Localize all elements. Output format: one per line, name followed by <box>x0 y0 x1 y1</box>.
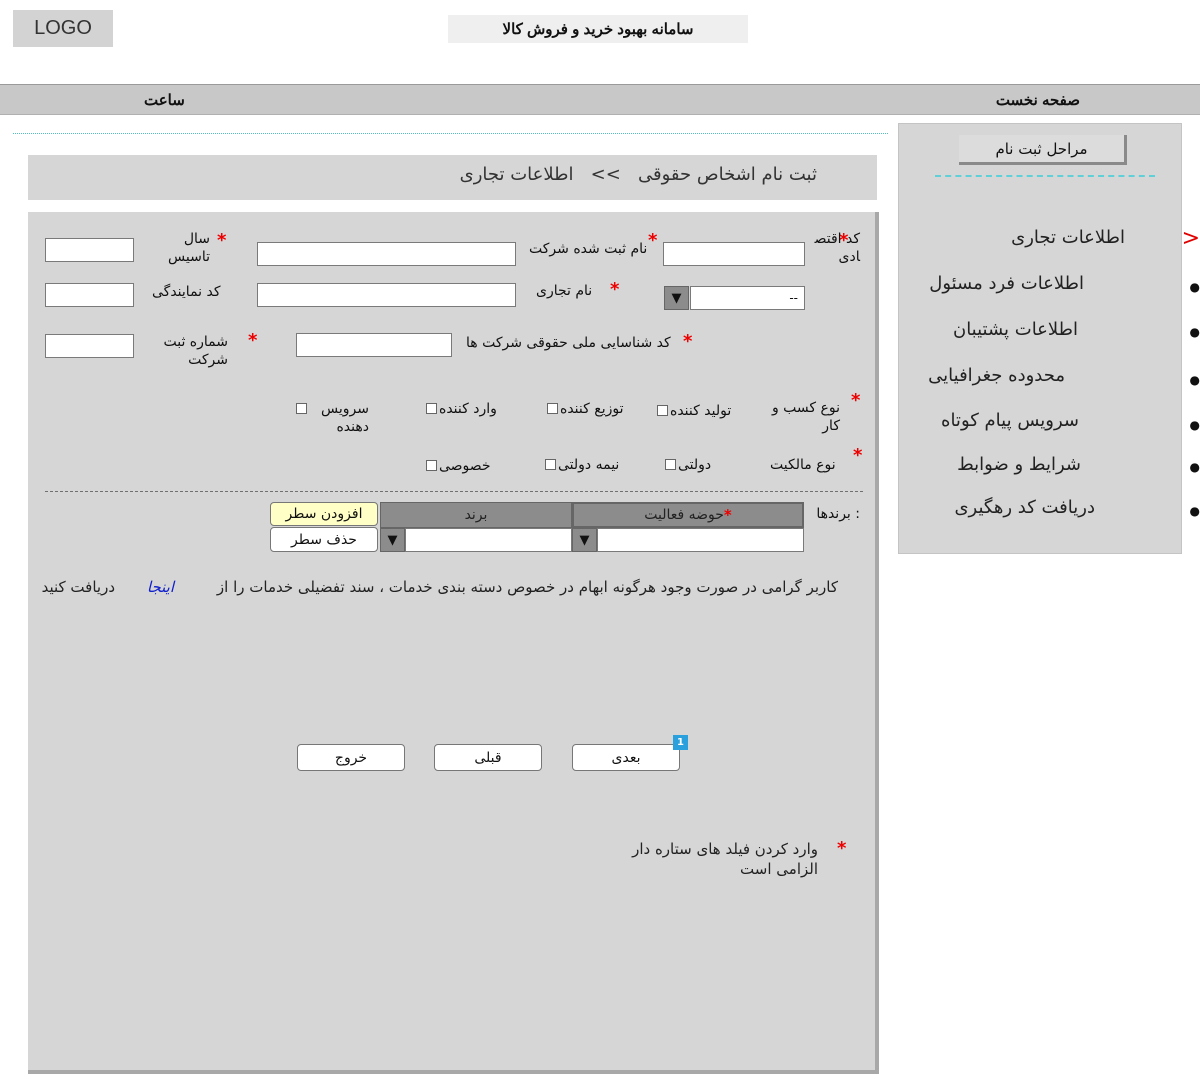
required-star: * <box>610 279 620 300</box>
sidebar-step-tracking-code[interactable]: دریافت کد رهگیری <box>954 497 1095 518</box>
required-star: * <box>851 390 861 411</box>
economic-code-input[interactable] <box>663 242 805 266</box>
divider <box>13 133 888 134</box>
checkbox-semi-governmental-label: نیمه دولتی <box>558 457 620 473</box>
activity-row-select[interactable] <box>597 528 804 552</box>
national-id-input[interactable] <box>296 333 452 357</box>
checkbox-governmental[interactable] <box>665 459 676 470</box>
agency-code-label: کد نمایندگی <box>152 284 221 300</box>
required-star: * <box>648 230 658 251</box>
divider <box>45 491 863 492</box>
breadcrumb-separator: >> <box>590 164 621 185</box>
bullet-icon: ● <box>1189 280 1200 294</box>
column-header-brand: برند <box>380 502 572 528</box>
required-star: * <box>217 230 227 251</box>
registered-name-input[interactable] <box>257 242 516 266</box>
sidebar-step-label: شرایط و ضوابط <box>957 454 1081 475</box>
column-header-activity: * حوضه فعالیت <box>572 502 804 528</box>
previous-button[interactable]: قبلی <box>434 744 542 771</box>
sidebar-step-terms[interactable]: شرایط و ضوابط <box>957 454 1081 475</box>
sidebar-step-label: محدوده جغرافیایی <box>928 365 1065 386</box>
required-fields-note: وارد کردن فیلد های ستاره دار الزامی است <box>632 840 818 878</box>
registration-steps-button[interactable]: مراحل ثبت نام <box>959 135 1127 165</box>
bullet-icon: ● <box>1189 373 1200 387</box>
exit-button[interactable]: خروج <box>297 744 405 771</box>
notice-text-after: دریافت کنید <box>41 578 115 596</box>
national-id-label: کد شناسایی ملی حقوقی شرکت ها <box>466 335 671 351</box>
sidebar-step-geographic-area[interactable]: محدوده جغرافیایی <box>928 365 1065 386</box>
breadcrumb-text: ثبت نام اشخاص حقوقی >> اطلاعات تجاری <box>460 164 817 185</box>
required-star: * <box>853 445 863 466</box>
checkbox-semi-governmental[interactable] <box>545 459 556 470</box>
required-star: * <box>683 331 693 352</box>
agency-code-input[interactable] <box>45 283 134 307</box>
top-nav-bar: صفحه نخست ساعت <box>0 84 1200 115</box>
activity-select-arrow-icon[interactable]: ▼ <box>664 286 689 310</box>
bullet-icon: ● <box>1189 504 1200 518</box>
current-step-arrow-icon: < <box>1181 226 1200 251</box>
company-reg-number-input[interactable] <box>45 334 134 358</box>
checkbox-service-provider-label: سرویس دهنده <box>321 401 369 435</box>
breadcrumb-part-1: ثبت نام اشخاص حقوقی <box>637 164 817 185</box>
founding-year-input[interactable] <box>45 238 134 262</box>
checkbox-producer-label: تولید کننده <box>670 403 732 419</box>
checkbox-private-label: خصوصی <box>439 458 491 474</box>
download-here-link[interactable]: اینجا <box>147 578 174 596</box>
notice-text-after-wrap: دریافت کنید <box>42 578 115 596</box>
notice-text: کاربر گرامی در صورت وجود هرگونه ابهام در… <box>217 578 838 596</box>
checkbox-private[interactable] <box>426 460 437 471</box>
brands-label: : برندها <box>816 506 860 522</box>
bullet-icon: ● <box>1189 418 1200 432</box>
add-row-button[interactable]: افزودن سطر <box>270 502 378 526</box>
notice-link-wrap: اینجا <box>147 578 174 596</box>
checkbox-producer[interactable] <box>657 405 668 416</box>
checkbox-importer[interactable] <box>426 403 437 414</box>
bullet-icon: ● <box>1189 325 1200 339</box>
required-star: * <box>248 330 258 351</box>
sidebar-step-label: اطلاعات تجاری <box>1011 227 1125 248</box>
brand-row-select-arrow-icon[interactable]: ▼ <box>380 528 405 552</box>
required-star: * <box>723 506 732 524</box>
ownership-label: نوع مالکیت <box>770 457 836 473</box>
registered-name-label: نام ثبت شده شرکت <box>529 241 648 257</box>
system-title: سامانه بهبود خرید و فروش کالا <box>448 15 748 43</box>
sidebar-step-label: دریافت کد رهگیری <box>954 497 1095 518</box>
breadcrumb-part-2: اطلاعات تجاری <box>459 164 574 185</box>
activity-row-select-arrow-icon[interactable]: ▼ <box>572 528 597 552</box>
nav-home-link[interactable]: صفحه نخست <box>996 91 1080 109</box>
column-header-activity-label: حوضه فعالیت <box>644 507 724 523</box>
checkbox-distributor[interactable] <box>547 403 558 414</box>
sidebar-step-label: سرویس پیام کوتاه <box>941 410 1079 431</box>
sidebar-step-label: اطلاعات فرد مسئول <box>929 273 1084 294</box>
required-star: * <box>837 838 847 859</box>
bullet-icon: ● <box>1189 460 1200 474</box>
nav-clock: ساعت <box>144 92 185 109</box>
checkbox-service-provider[interactable] <box>296 403 307 414</box>
checkbox-governmental-label: دولتی <box>678 457 712 473</box>
checkbox-distributor-label: توزیع کننده <box>560 401 624 417</box>
steps-divider <box>935 175 1155 177</box>
notice-text-before: کاربر گرامی در صورت وجود هرگونه ابهام در… <box>216 578 838 596</box>
logo: LOGO <box>13 10 113 47</box>
founding-year-label: سال تاسیس <box>168 231 210 265</box>
brand-row-select[interactable] <box>405 528 572 552</box>
sidebar-step-business-info[interactable]: اطلاعات تجاری <box>1011 227 1125 248</box>
activity-select[interactable]: -- <box>690 286 805 310</box>
trade-name-label: نام تجاری <box>536 283 593 299</box>
breadcrumb: ثبت نام اشخاص حقوقی >> اطلاعات تجاری <box>28 155 877 200</box>
next-button[interactable]: بعدی <box>572 744 680 771</box>
next-button-badge: 1 <box>673 735 688 750</box>
company-reg-number-label: شماره ثبت شرکت <box>163 334 228 368</box>
sidebar-step-support-info[interactable]: اطلاعات پشتیبان <box>953 319 1078 340</box>
sidebar-step-label: اطلاعات پشتیبان <box>952 319 1078 340</box>
delete-row-button[interactable]: حذف سطر <box>270 527 378 552</box>
sidebar-step-sms-service[interactable]: سرویس پیام کوتاه <box>941 410 1079 431</box>
checkbox-importer-label: وارد کننده <box>439 401 497 417</box>
business-type-label: نوع کسب و کار <box>771 400 840 434</box>
economic-code-label: کد اقتصادی <box>814 231 860 265</box>
trade-name-input[interactable] <box>257 283 516 307</box>
sidebar-step-responsible-person[interactable]: اطلاعات فرد مسئول <box>929 273 1084 294</box>
